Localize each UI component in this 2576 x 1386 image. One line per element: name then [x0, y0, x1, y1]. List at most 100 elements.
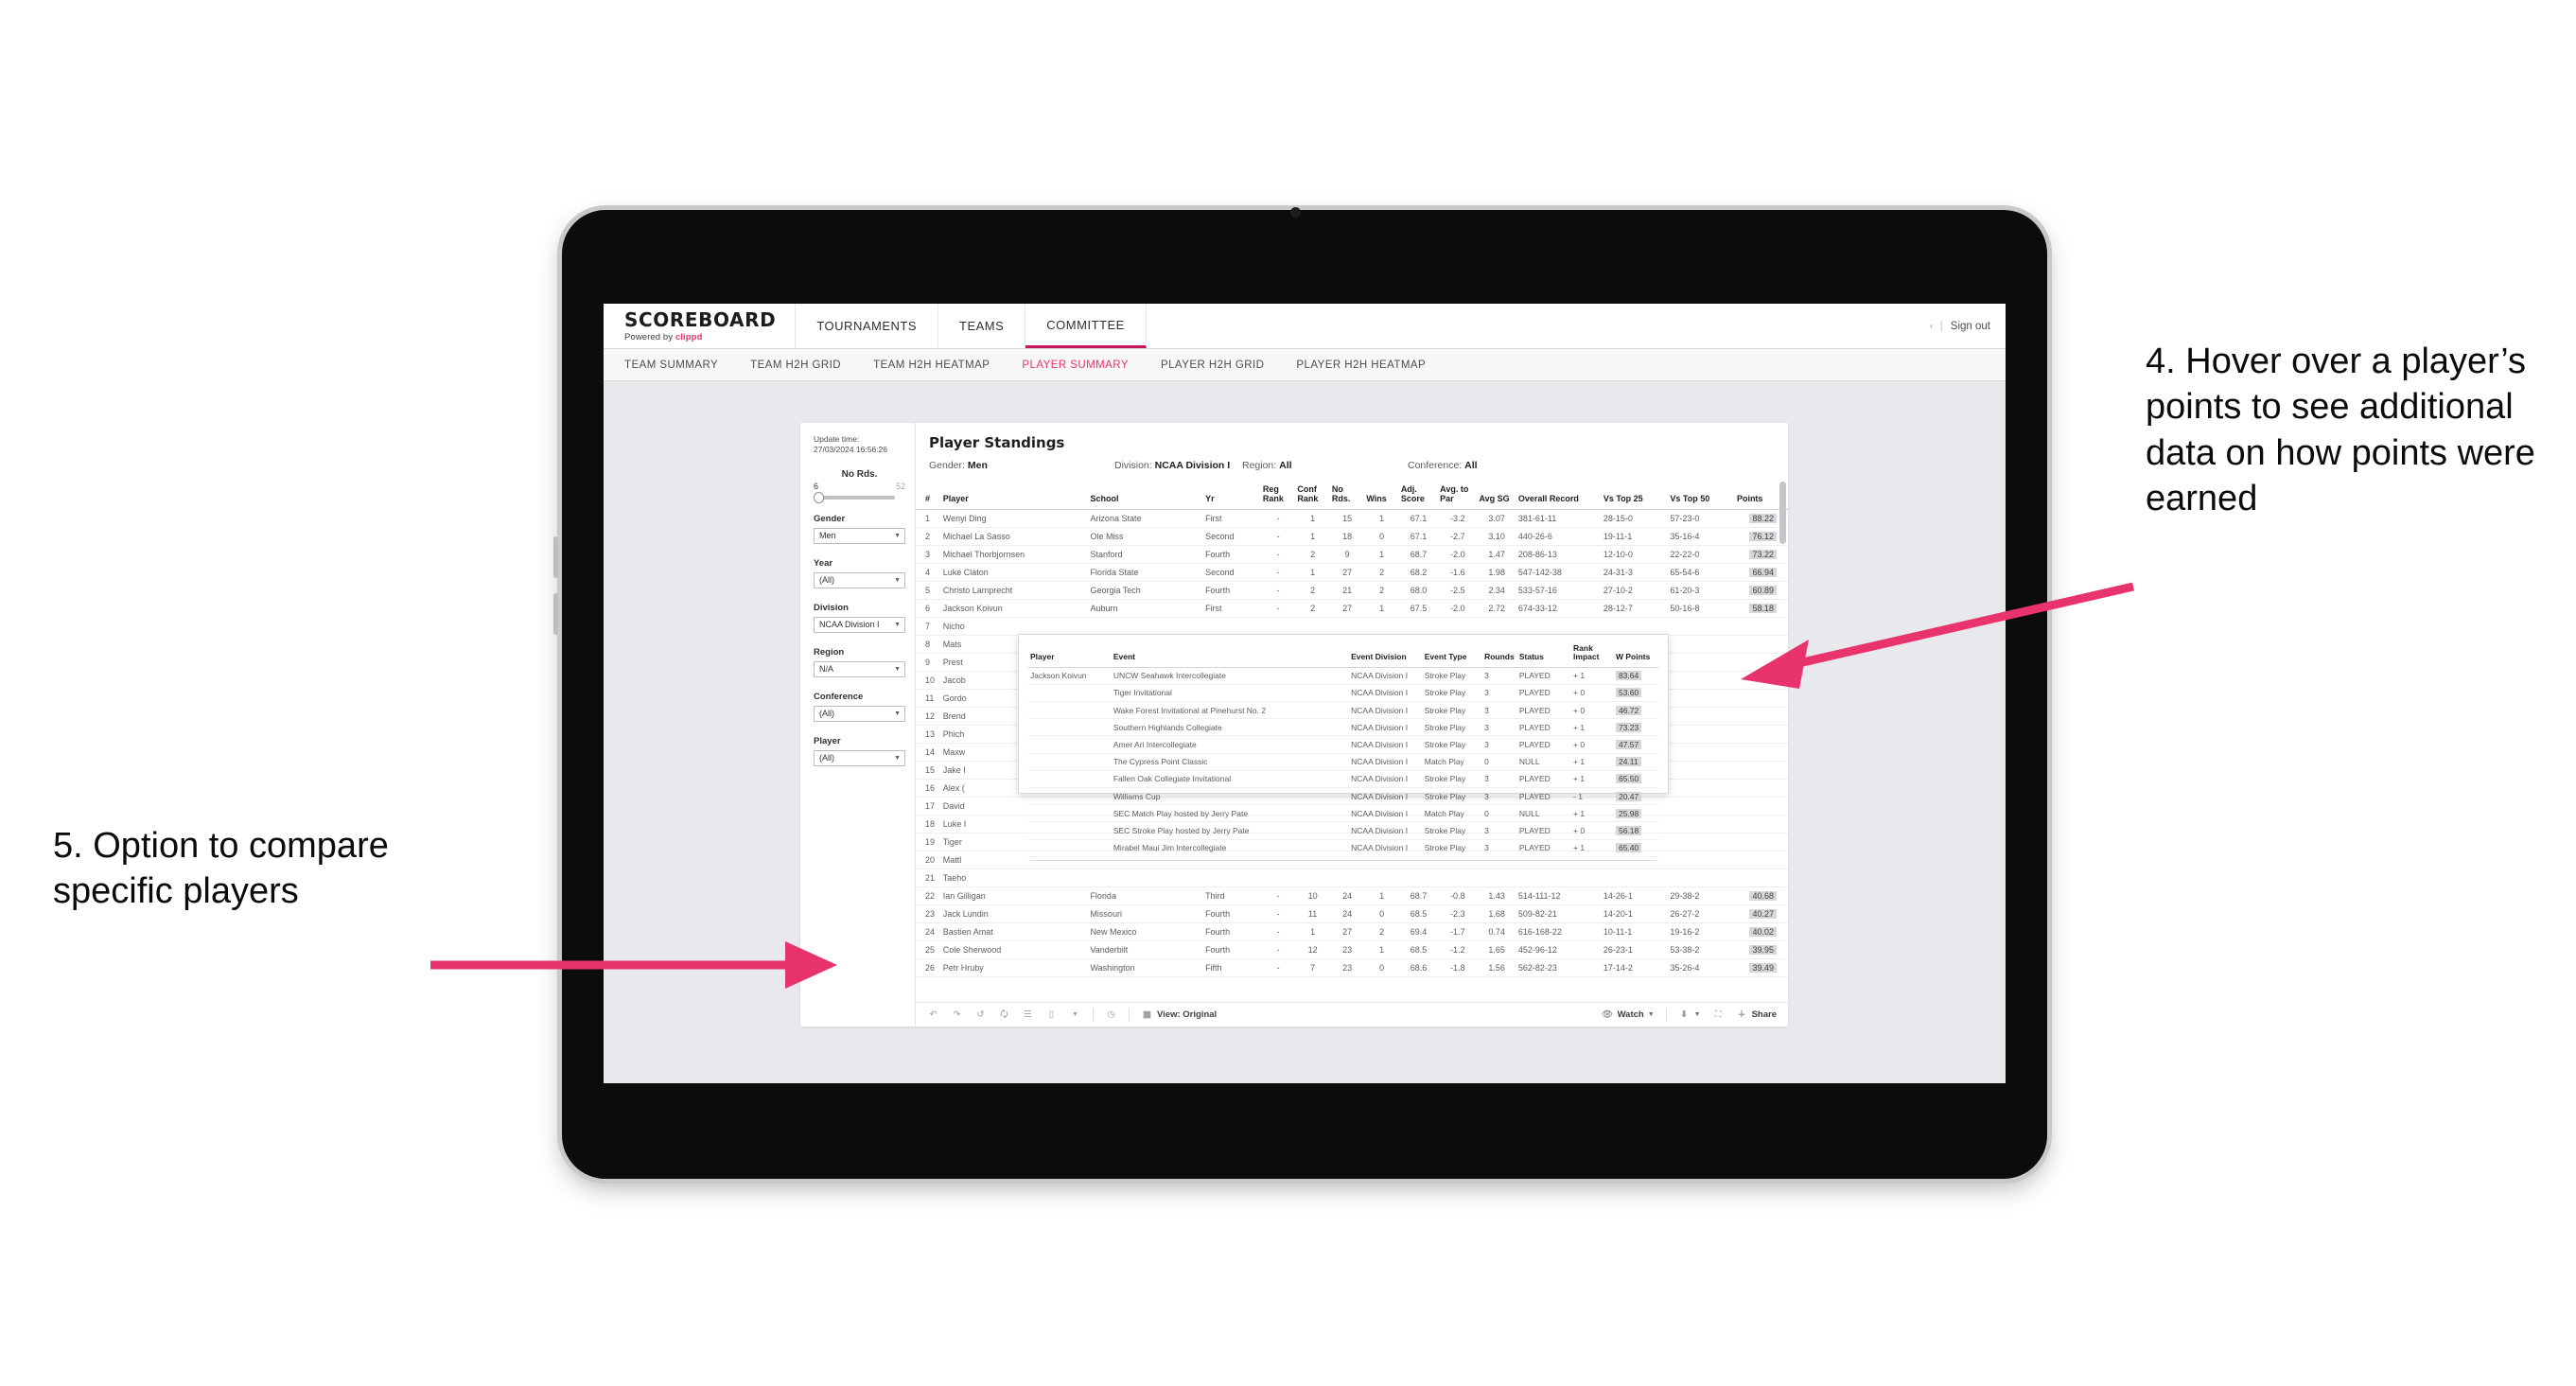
points-value[interactable]: 88.22 [1749, 514, 1777, 524]
view-original-button[interactable]: ▦ View: Original [1141, 1009, 1217, 1021]
table-row[interactable]: 22 Ian Gilligan Florida Third -10 24 1 68.7 -0.8… [916, 886, 1788, 906]
cell-player: Wenyi Ding [940, 509, 1089, 529]
share-button[interactable]: ∔ Share [1736, 1009, 1777, 1021]
tab-team-summary[interactable]: TEAM SUMMARY [624, 360, 718, 371]
volume-up-button[interactable] [553, 536, 558, 578]
col-wins[interactable]: Wins [1364, 480, 1399, 511]
watch-button[interactable]: 👁 Watch ▼ [1602, 1009, 1655, 1021]
no-rounds-slider[interactable] [814, 491, 895, 503]
table-scrollbar[interactable] [1779, 480, 1786, 1002]
filter-conference-select[interactable]: (All) ▼ [814, 705, 905, 722]
cell-par [1438, 868, 1478, 888]
table-row[interactable]: 24 Bastien Amat New Mexico Fourth -1 27 2 69.4-… [916, 922, 1788, 942]
col-school[interactable]: School [1088, 480, 1204, 511]
table-row[interactable]: 3 Michael Thorbjornsen Stanford Fourth -2 9 1 6… [916, 545, 1788, 565]
tt-col-rank-impact: Rank Impact [1571, 642, 1614, 668]
col-no-rds[interactable]: No Rds. [1329, 480, 1365, 511]
table-row[interactable]: 7 Nicho [916, 617, 1788, 637]
points-value[interactable]: 40.68 [1749, 891, 1777, 902]
points-value[interactable]: 39.49 [1749, 963, 1777, 974]
points-value[interactable]: 73.22 [1749, 550, 1777, 560]
slider-range-labels: 6 52 [814, 482, 905, 491]
filter-gender-select[interactable]: Men ▼ [814, 527, 905, 544]
table-row[interactable]: 21 Taeho [916, 868, 1788, 888]
pause-updates-icon[interactable]: ☰ [1022, 1009, 1034, 1021]
filter-region-value: N/A [819, 664, 834, 675]
col-overall-record[interactable]: Overall Record [1516, 480, 1602, 511]
points-value[interactable]: 40.27 [1749, 909, 1777, 920]
col-vs-top-50[interactable]: Vs Top 50 [1668, 480, 1735, 511]
cell-rds: 23 [1329, 940, 1365, 960]
points-value[interactable]: 39.95 [1749, 945, 1777, 956]
w-points-value: 24.11 [1615, 757, 1641, 767]
points-value[interactable]: 76.12 [1749, 532, 1777, 542]
cell-conf: 2 [1295, 581, 1330, 601]
col-yr[interactable]: Yr [1203, 480, 1261, 511]
cell-rank: 9 [916, 653, 941, 673]
filter-year-select[interactable]: (All) ▼ [814, 571, 905, 588]
tt-cell-status: PLAYED [1516, 735, 1572, 754]
cell-school: Florida [1088, 886, 1204, 906]
tab-player-summary[interactable]: PLAYER SUMMARY [1022, 360, 1129, 371]
col-player[interactable]: Player [940, 480, 1089, 511]
table-row[interactable]: 2 Michael La Sasso Ole Miss Second -1 18 0 67.1… [916, 527, 1788, 547]
tab-player-h2h-grid[interactable]: PLAYER H2H GRID [1161, 360, 1264, 371]
cell-rds: 23 [1329, 958, 1365, 978]
download-button[interactable]: ⬇ ▼ [1678, 1009, 1700, 1021]
col-vs-top-25[interactable]: Vs Top 25 [1601, 480, 1669, 511]
cell-t50 [1668, 797, 1735, 816]
table-row[interactable]: 1 Wenyi Ding Arizona State First -1 15 1 67.1 -3… [916, 509, 1788, 529]
brand-logo[interactable]: SCOREBOARD Powered by clippd [604, 304, 797, 348]
cell-rank: 11 [916, 689, 941, 709]
col-reg-rank[interactable]: Reg Rank [1260, 480, 1296, 511]
tab-team-h2h-grid[interactable]: TEAM H2H GRID [750, 360, 841, 371]
table-row[interactable]: 26 Petr Hruby Washington Fifth -7 23 0 68.6 -1.8… [916, 958, 1788, 978]
clock-icon[interactable]: ◷ [1105, 1009, 1117, 1021]
tt-col-event-type: Event Type [1422, 642, 1483, 668]
volume-down-button[interactable] [553, 593, 558, 635]
col-avg-par[interactable]: Avg. to Par [1438, 480, 1478, 511]
cell-player: Luke Claton [940, 563, 1089, 583]
tab-team-h2h-heatmap[interactable]: TEAM H2H HEATMAP [873, 360, 990, 371]
nav-item-teams[interactable]: TEAMS [938, 304, 1026, 348]
alerts-icon[interactable]: ▯ [1045, 1009, 1058, 1021]
scrollbar-thumb[interactable] [1779, 482, 1786, 544]
col-conf-rank[interactable]: Conf Rank [1295, 480, 1330, 511]
cell-conf: 1 [1295, 509, 1330, 529]
chevron-left-icon[interactable]: ‹ [1930, 322, 1933, 330]
col-rank[interactable]: # [916, 480, 941, 511]
caret-down-icon[interactable]: ▼ [1069, 1009, 1081, 1021]
col-adj-score[interactable]: Adj. Score [1398, 480, 1439, 511]
tt-cell-division: NCAA Division I [1349, 667, 1423, 685]
w-points-value: 73.23 [1615, 722, 1642, 732]
tt-cell-division: NCAA Division I [1349, 821, 1423, 840]
revert-icon[interactable]: ↺ [974, 1009, 987, 1021]
undo-icon[interactable]: ↶ [927, 1009, 939, 1021]
table-row[interactable]: 25 Cole Sherwood Vanderbilt Fourth -12 23 1 68.… [916, 940, 1788, 960]
points-value[interactable]: 40.02 [1749, 927, 1777, 938]
filter-region-select[interactable]: N/A ▼ [814, 660, 905, 677]
nav-item-tournaments[interactable]: TOURNAMENTS [796, 304, 938, 348]
cell-sg: 2.34 [1477, 581, 1516, 601]
slider-handle[interactable] [814, 491, 824, 503]
table-row[interactable]: 4 Luke Claton Florida State Second -1 27 2 68.2… [916, 563, 1788, 583]
nav-item-committee[interactable]: COMMITTEE [1025, 304, 1147, 348]
col-avg-sg[interactable]: Avg SG [1477, 480, 1516, 511]
table-row[interactable]: 23 Jack Lundin Missouri Fourth -11 24 0 68.5 -2.… [916, 904, 1788, 924]
fullscreen-icon[interactable]: ⛶ [1712, 1009, 1725, 1021]
redo-icon[interactable]: ↷ [951, 1009, 963, 1021]
tab-player-h2h-heatmap[interactable]: PLAYER H2H HEATMAP [1296, 360, 1426, 371]
cell-sg: 1.98 [1477, 563, 1516, 583]
table-row[interactable]: 6 Jackson Koivun Auburn First -2 27 1 67.5 -2.0 2… [916, 599, 1788, 619]
brand-title: SCOREBOARD [624, 307, 777, 331]
filter-division-select[interactable]: NCAA Division I ▼ [814, 616, 905, 633]
table-row[interactable]: 5 Christo Lamprecht Georgia Tech Fourth -2 21… [916, 581, 1788, 601]
tt-cell-rounds: 3 [1482, 735, 1517, 754]
cell-rds: 18 [1329, 527, 1365, 547]
points-value[interactable]: 66.94 [1749, 568, 1777, 578]
filter-player-select[interactable]: (All) ▼ [814, 749, 905, 766]
visualization-body: Update time: 27/03/2024 16:56:26 No Rds.… [800, 423, 1788, 1026]
refresh-data-icon[interactable]: 🗘 [998, 1009, 1010, 1021]
sign-out-link[interactable]: Sign out [1951, 321, 1990, 332]
tt-cell-player [1028, 701, 1112, 720]
